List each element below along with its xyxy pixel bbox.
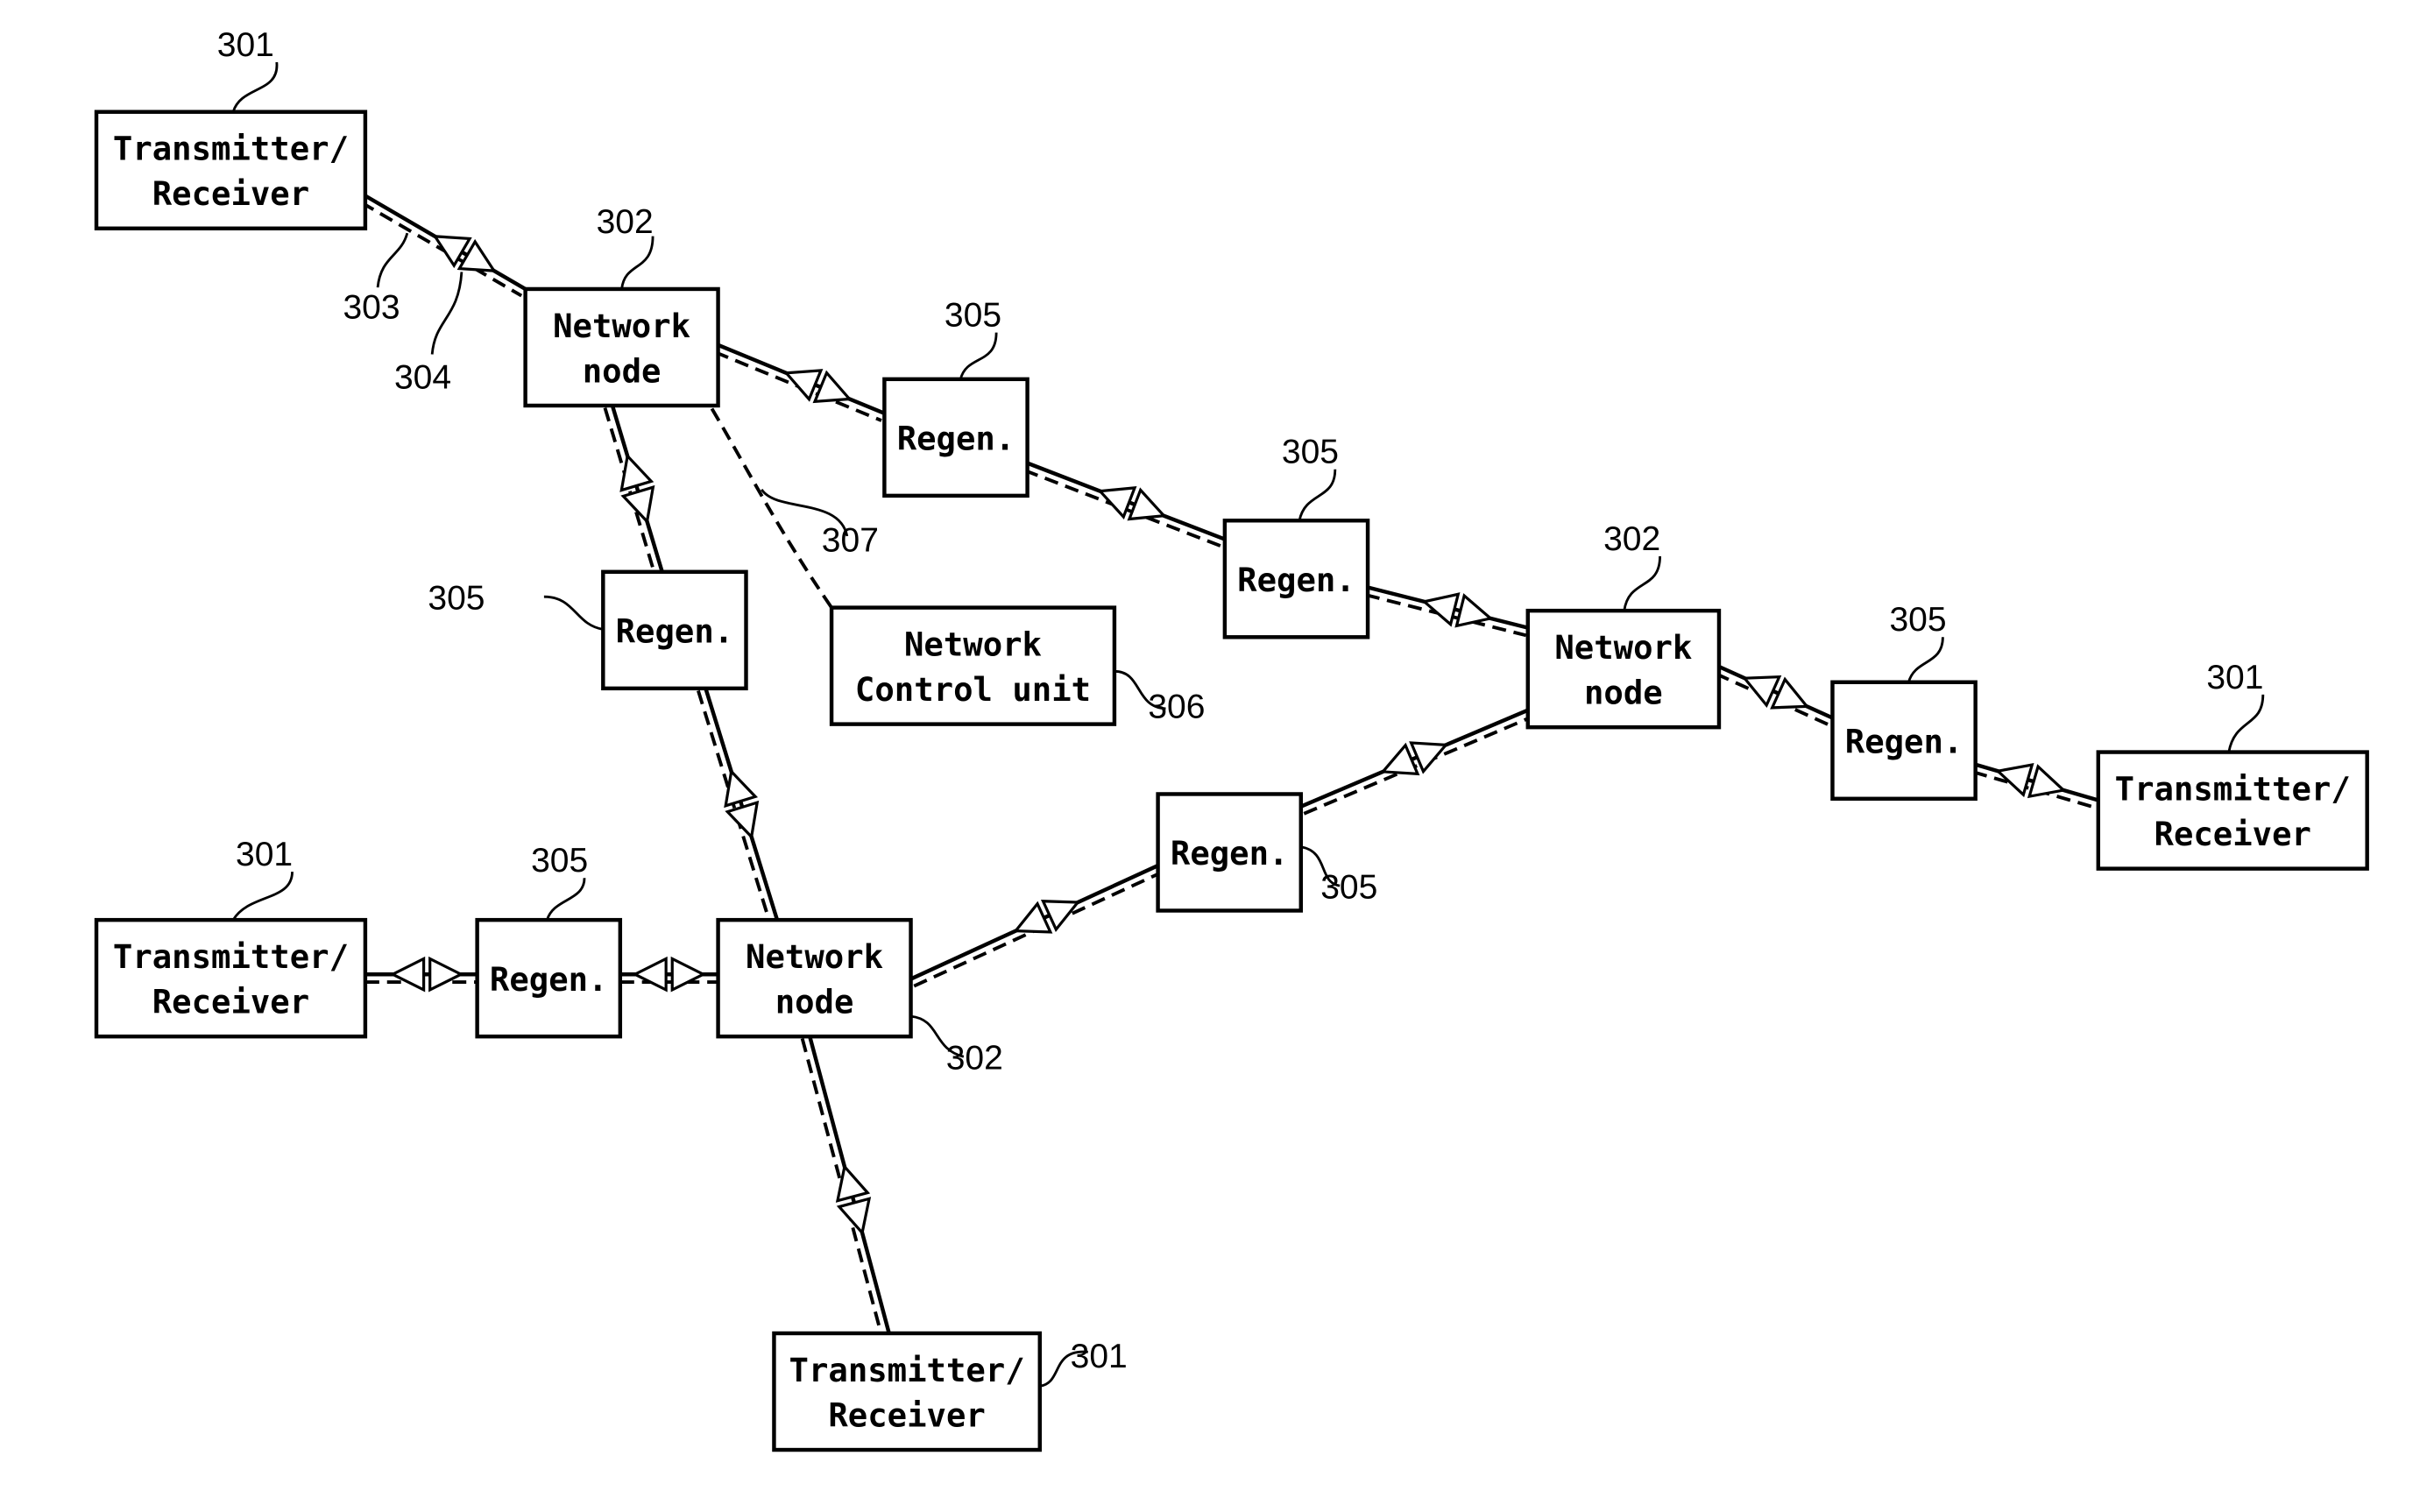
node-label: node — [583, 351, 662, 390]
fiber-line — [1299, 708, 1529, 809]
node-regenerator[interactable]: Regen. — [1222, 519, 1370, 639]
reference-number: 305 — [531, 842, 588, 880]
node-label: Network — [746, 937, 883, 976]
amplifier-triangle-forward — [620, 484, 655, 525]
node-label: node — [1584, 674, 1663, 712]
amplifier-triangle-forward — [812, 370, 853, 404]
node-transmitter-receiver[interactable]: Transmitter/Receiver — [94, 917, 368, 1039]
node-transmitter-receiver[interactable]: Transmitter/Receiver — [2096, 750, 2369, 871]
node-label: Regen. — [616, 612, 734, 651]
node-regenerator[interactable]: Regen. — [882, 377, 1029, 498]
link-rg4-nn3 — [697, 688, 780, 923]
link-rg6-nn2 — [1299, 708, 1532, 816]
node-network-node[interactable]: Network node — [716, 917, 913, 1039]
amplifier-triangle-backward — [389, 956, 426, 993]
reference-number: 301 — [1071, 1338, 1128, 1375]
amplifier-triangle-forward — [428, 956, 464, 993]
leader-line — [959, 332, 998, 380]
amplifier-triangle-backward — [1994, 763, 2034, 798]
leader-line — [430, 272, 463, 355]
leader-line — [2227, 694, 2265, 752]
node-label: Control unit — [855, 670, 1091, 709]
node-regenerator[interactable]: Regen. — [1156, 792, 1304, 913]
node-regenerator[interactable]: Regen. — [1830, 680, 1978, 801]
fiber-line — [704, 688, 780, 921]
fiber-line — [1718, 664, 1834, 720]
node-label: Network — [553, 307, 690, 345]
reference-number: 302 — [597, 203, 654, 241]
reference-number: 305 — [428, 579, 485, 617]
reference-number: 301 — [236, 836, 293, 873]
node-label: Network — [1554, 628, 1692, 667]
reference-number: 302 — [1603, 520, 1660, 558]
amplifier-triangle-backward — [1741, 675, 1782, 708]
amplifier-triangle-backward — [724, 768, 759, 809]
amplifier-triangle-forward — [670, 956, 707, 993]
reference-number: 302 — [946, 1039, 1003, 1077]
fiber-line — [610, 405, 664, 573]
link-nn2-rg3 — [1715, 664, 1834, 727]
node-label: Network — [904, 625, 1042, 664]
node-label: node — [775, 983, 854, 1021]
leader-line — [231, 61, 279, 113]
reference-number: 305 — [1282, 434, 1339, 471]
amplifier-triangle-backward — [632, 956, 668, 993]
node-label: Receiver — [2155, 815, 2311, 853]
reference-number: 301 — [2206, 659, 2263, 696]
leader-line — [620, 236, 654, 290]
leader-line — [231, 872, 294, 921]
leader-line — [1298, 469, 1337, 521]
node-transmitter-receiver[interactable]: Transmitter/Receiver — [772, 1331, 1042, 1452]
signal-path-dashed — [360, 201, 523, 298]
amplifier-triangle-backward — [1380, 742, 1420, 776]
reference-number-control-link: 307 — [822, 522, 879, 560]
reference-number: 305 — [945, 297, 1001, 335]
node-label: Receiver — [828, 1395, 985, 1434]
node-label: Regen. — [1171, 834, 1289, 873]
amplifier-triangle-backward — [432, 235, 472, 269]
node-transmitter-receiver[interactable]: Transmitter/Receiver — [94, 110, 368, 230]
reference-number-amplifier: 304 — [394, 358, 451, 396]
reference-number: 305 — [1889, 601, 1946, 639]
node-label: Transmitter/ — [113, 937, 349, 976]
leader-line — [543, 595, 604, 631]
node-network-node[interactable]: Network node — [1525, 608, 1722, 730]
node-regenerator[interactable]: Regen. — [475, 917, 623, 1039]
leader-line — [1907, 637, 1944, 683]
amplifier-triangle-forward — [456, 238, 497, 272]
amplifier-triangle-forward — [1040, 900, 1081, 932]
node-label: Receiver — [152, 174, 309, 213]
reference-number: 306 — [1148, 689, 1205, 726]
amplifier-triangle-forward — [1127, 487, 1167, 521]
node-label: Regen. — [1845, 722, 1963, 760]
signal-path-dashed — [697, 689, 772, 923]
amplifier-triangle-forward — [1409, 741, 1449, 774]
node-label: Regen. — [490, 960, 608, 999]
amplifier-triangle-forward — [836, 1197, 872, 1236]
reference-number-fiber: 303 — [343, 289, 400, 327]
node-label: Transmitter/ — [2115, 770, 2351, 809]
reference-number: 301 — [217, 26, 274, 64]
amplifier-triangle-backward — [783, 369, 824, 402]
amplifier-triangle-forward — [725, 800, 760, 840]
network-diagram: Transmitter/Receiver Network node Regen. Reg… — [94, 26, 2369, 1452]
node-network-node[interactable]: Network node — [523, 286, 720, 408]
amplifier-triangle-forward — [1454, 593, 1494, 628]
node-regenerator[interactable]: Regen. — [601, 569, 748, 691]
node-label: Receiver — [152, 983, 309, 1021]
leader-line — [1623, 556, 1661, 611]
node-network-control-unit[interactable]: Network Control unit — [829, 605, 1117, 726]
leader-line — [376, 232, 409, 288]
node-label: Transmitter/ — [789, 1351, 1025, 1389]
node-label: Transmitter/ — [113, 130, 349, 168]
node-label: Regen. — [1237, 561, 1355, 599]
leader-line — [546, 878, 586, 921]
amplifier-triangle-backward — [1421, 592, 1461, 627]
reference-number: 305 — [1320, 868, 1377, 906]
signal-path-dashed — [1303, 716, 1532, 816]
node-label: Regen. — [897, 420, 1015, 458]
